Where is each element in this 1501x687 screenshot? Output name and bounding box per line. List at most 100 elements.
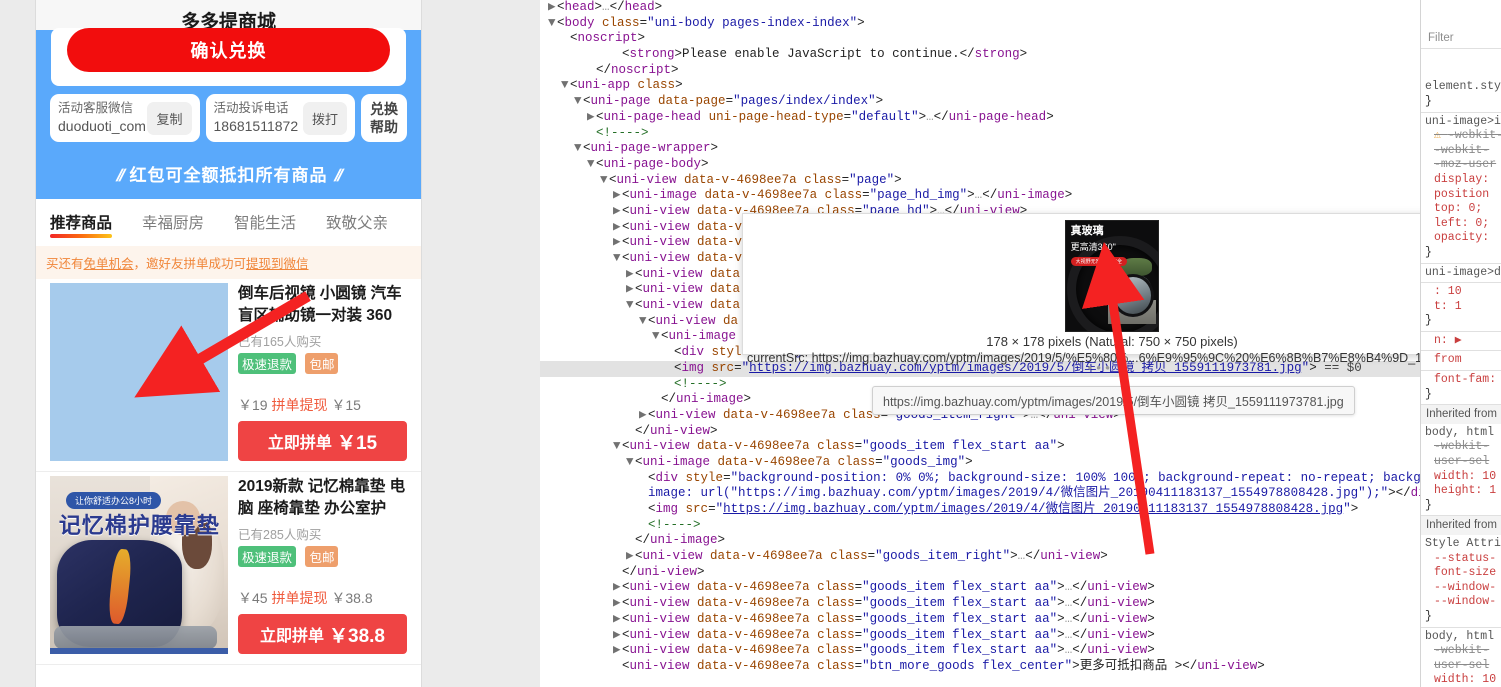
- tab-kitchen[interactable]: 幸福厨房: [142, 211, 204, 238]
- styles-rule-block: n: ▶: [1421, 332, 1501, 352]
- styles-selector[interactable]: body, html: [1425, 630, 1501, 645]
- dom-line[interactable]: ▶<uni-view data-v-4698ee7a class="goods_…: [540, 612, 1420, 628]
- styles-property[interactable]: -webkit-: [1425, 144, 1501, 159]
- styles-property[interactable]: n: ▶: [1425, 334, 1501, 349]
- dom-line[interactable]: <img src="https://img.bazhuay.com/yptm/i…: [540, 502, 1420, 518]
- dom-line[interactable]: ▶<uni-view data-v-4698ee7a class="goods_…: [540, 549, 1420, 565]
- styles-property[interactable]: font-size: [1425, 566, 1501, 581]
- buy-price: ￥38.8: [329, 625, 385, 647]
- styles-property[interactable]: top: 0;: [1425, 202, 1501, 217]
- tag-free-shipping: 包邮: [305, 546, 339, 567]
- styles-property[interactable]: user-sel: [1425, 659, 1501, 674]
- dom-line[interactable]: ▶<head>…</head>: [540, 0, 1420, 16]
- confirm-exchange-button[interactable]: 确认兑换: [67, 28, 390, 72]
- dom-line[interactable]: ▼<uni-app class>: [540, 78, 1420, 94]
- styles-filter-input[interactable]: Filter: [1421, 29, 1501, 50]
- dom-line[interactable]: <!---->: [540, 126, 1420, 142]
- styles-property[interactable]: from: [1425, 353, 1501, 368]
- cushion-illustration: 让你舒适办公8小时 记忆棉护腰靠垫: [50, 476, 228, 654]
- warning-icon: ⚠: [1434, 129, 1448, 143]
- dom-line[interactable]: ▼<uni-image data-v-4698ee7a class="goods…: [540, 455, 1420, 471]
- notice-link-withdraw[interactable]: 提现到微信: [246, 257, 309, 271]
- styles-property[interactable]: -moz-user: [1425, 158, 1501, 173]
- dom-line[interactable]: ▼<body class="uni-body pages-index-index…: [540, 16, 1420, 32]
- tab-smart-life[interactable]: 智能生活: [234, 211, 296, 238]
- styles-close-brace: }: [1425, 94, 1432, 108]
- styles-property[interactable]: user-sel: [1425, 455, 1501, 470]
- styles-selector[interactable]: Style Attri: [1425, 537, 1501, 552]
- tag-free-shipping: 包邮: [305, 353, 339, 374]
- wechat-contact-box: 活动客服微信 duoduoti_com 复制: [50, 94, 200, 142]
- styles-property[interactable]: -webkit-: [1425, 644, 1501, 659]
- dom-line[interactable]: ▶<uni-view data-v-4698ee7a class="goods_…: [540, 596, 1420, 612]
- styles-property[interactable]: : 10: [1425, 285, 1501, 300]
- dom-line[interactable]: ▼<uni-page-body>: [540, 157, 1420, 173]
- styles-property[interactable]: t: 1: [1425, 300, 1501, 315]
- styles-selector[interactable]: Inherited from: [1426, 518, 1501, 533]
- cushion-caption: 记忆棉护腰靠垫: [58, 513, 220, 539]
- styles-rule-block: body, html -webkit-user-sel width: 10: [1421, 628, 1501, 687]
- dom-line[interactable]: ▼<uni-page-wrapper>: [540, 141, 1420, 157]
- tab-recommended[interactable]: 推荐商品: [50, 211, 113, 238]
- styles-rule-block: uni-image>d: [1421, 264, 1501, 284]
- styles-property[interactable]: width: 10: [1425, 470, 1501, 485]
- styles-selector[interactable]: body, html: [1425, 426, 1501, 441]
- dom-line[interactable]: ▶<uni-view data-v-4698ee7a class="goods_…: [540, 580, 1420, 596]
- dom-line[interactable]: </uni-view>: [540, 424, 1420, 440]
- styles-selector[interactable]: element.sty: [1425, 80, 1501, 95]
- goods-image-1[interactable]: img|178 × 178: [50, 283, 228, 461]
- buy-now-button-1[interactable]: 立即拼单 ￥15: [238, 421, 407, 461]
- styles-property[interactable]: ⚠ -webkit-: [1425, 129, 1501, 144]
- styles-inherited-header: Inherited from: [1421, 516, 1501, 535]
- styles-rule-block: from: [1421, 351, 1501, 372]
- styles-property[interactable]: --status-: [1425, 552, 1501, 567]
- dom-line[interactable]: <!---->: [540, 518, 1420, 534]
- styles-property[interactable]: height: 1: [1425, 484, 1501, 499]
- dom-line[interactable]: </uni-view>: [540, 565, 1420, 581]
- tab-fathers-day[interactable]: 致敬父亲: [326, 211, 388, 238]
- dom-line[interactable]: <uni-view data-v-4698ee7a class="btn_mor…: [540, 659, 1420, 675]
- dom-line[interactable]: <noscript>: [540, 31, 1420, 47]
- dom-line[interactable]: <strong>Please enable JavaScript to cont…: [540, 47, 1420, 63]
- phone-contact-box: 活动投诉电话 18681511872 拨打: [205, 94, 355, 142]
- dom-line[interactable]: </noscript>: [540, 63, 1420, 79]
- goods-withdraw-label: 拼单提现: [271, 397, 328, 413]
- element-dimensions: 178 × 178 pixels (Natural: 750 × 750 pix…: [986, 334, 1238, 349]
- styles-property[interactable]: opacity:: [1425, 231, 1501, 246]
- buy-label: 立即拼单: [260, 628, 325, 645]
- dom-line[interactable]: <div style="background-position: 0% 0%; …: [540, 471, 1420, 487]
- styles-property[interactable]: font-fam:: [1425, 373, 1501, 388]
- devtools-styles-panel[interactable]: Filter element.sty} uni-image>i ⚠ -webkit-…: [1420, 0, 1501, 687]
- dom-line[interactable]: ▼<uni-view data-v-4698ee7a class="goods_…: [540, 439, 1420, 455]
- dom-line[interactable]: image: url("https://img.bazhuay.com/yptm…: [540, 486, 1420, 502]
- dom-line[interactable]: </uni-image>: [540, 533, 1420, 549]
- dom-line[interactable]: ▼<uni-view data-v-4698ee7a class="page">: [540, 173, 1420, 189]
- goods-item[interactable]: 让你舒适办公8小时 记忆棉护腰靠垫 2019新款 记忆棉靠垫 电脑 座椅靠垫 办…: [36, 472, 421, 665]
- styles-property[interactable]: position: [1425, 188, 1501, 203]
- styles-property[interactable]: left: 0;: [1425, 217, 1501, 232]
- styles-property[interactable]: display:: [1425, 173, 1501, 188]
- call-button[interactable]: 拨打: [302, 101, 347, 135]
- exchange-help-button[interactable]: 兑换 帮助: [361, 94, 407, 142]
- buy-price: ￥15: [336, 432, 378, 454]
- buy-now-button-2[interactable]: 立即拼单 ￥38.8: [238, 614, 407, 654]
- dom-line[interactable]: ▶<uni-image data-v-4698ee7a class="page_…: [540, 188, 1420, 204]
- category-tabs: 推荐商品 幸福厨房 智能生活 致敬父亲: [36, 199, 421, 246]
- goods-image-2[interactable]: 让你舒适办公8小时 记忆棉护腰靠垫: [50, 476, 228, 654]
- notice-link-free-order[interactable]: 免单机会: [84, 257, 134, 271]
- goods-original-price: ￥19: [238, 397, 268, 413]
- styles-selector[interactable]: Inherited from: [1426, 407, 1501, 422]
- styles-selector[interactable]: uni-image>i: [1425, 115, 1501, 130]
- goods-item[interactable]: img|178 × 178 倒车后视镜 小圆镜 汽车盲区辅助镜一对装 360度……: [36, 279, 421, 472]
- dom-line[interactable]: ▶<uni-view data-v-4698ee7a class="goods_…: [540, 643, 1420, 659]
- styles-property[interactable]: --window-: [1425, 595, 1501, 610]
- copy-button[interactable]: 复制: [147, 101, 192, 135]
- styles-property[interactable]: --window-: [1425, 581, 1501, 596]
- styles-selector[interactable]: uni-image>d: [1425, 266, 1501, 281]
- styles-property[interactable]: -webkit-: [1425, 440, 1501, 455]
- page-preview-column: 多多提商城 确认兑换 活动客服微信 duoduoti_com 复制 活动投诉电话…: [0, 0, 540, 687]
- dom-line[interactable]: ▶<uni-view data-v-4698ee7a class="goods_…: [540, 628, 1420, 644]
- dom-line[interactable]: ▶<uni-page-head uni-page-head-type="defa…: [540, 110, 1420, 126]
- styles-property[interactable]: width: 10: [1425, 673, 1501, 687]
- dom-line[interactable]: ▼<uni-page data-page="pages/index/index"…: [540, 94, 1420, 110]
